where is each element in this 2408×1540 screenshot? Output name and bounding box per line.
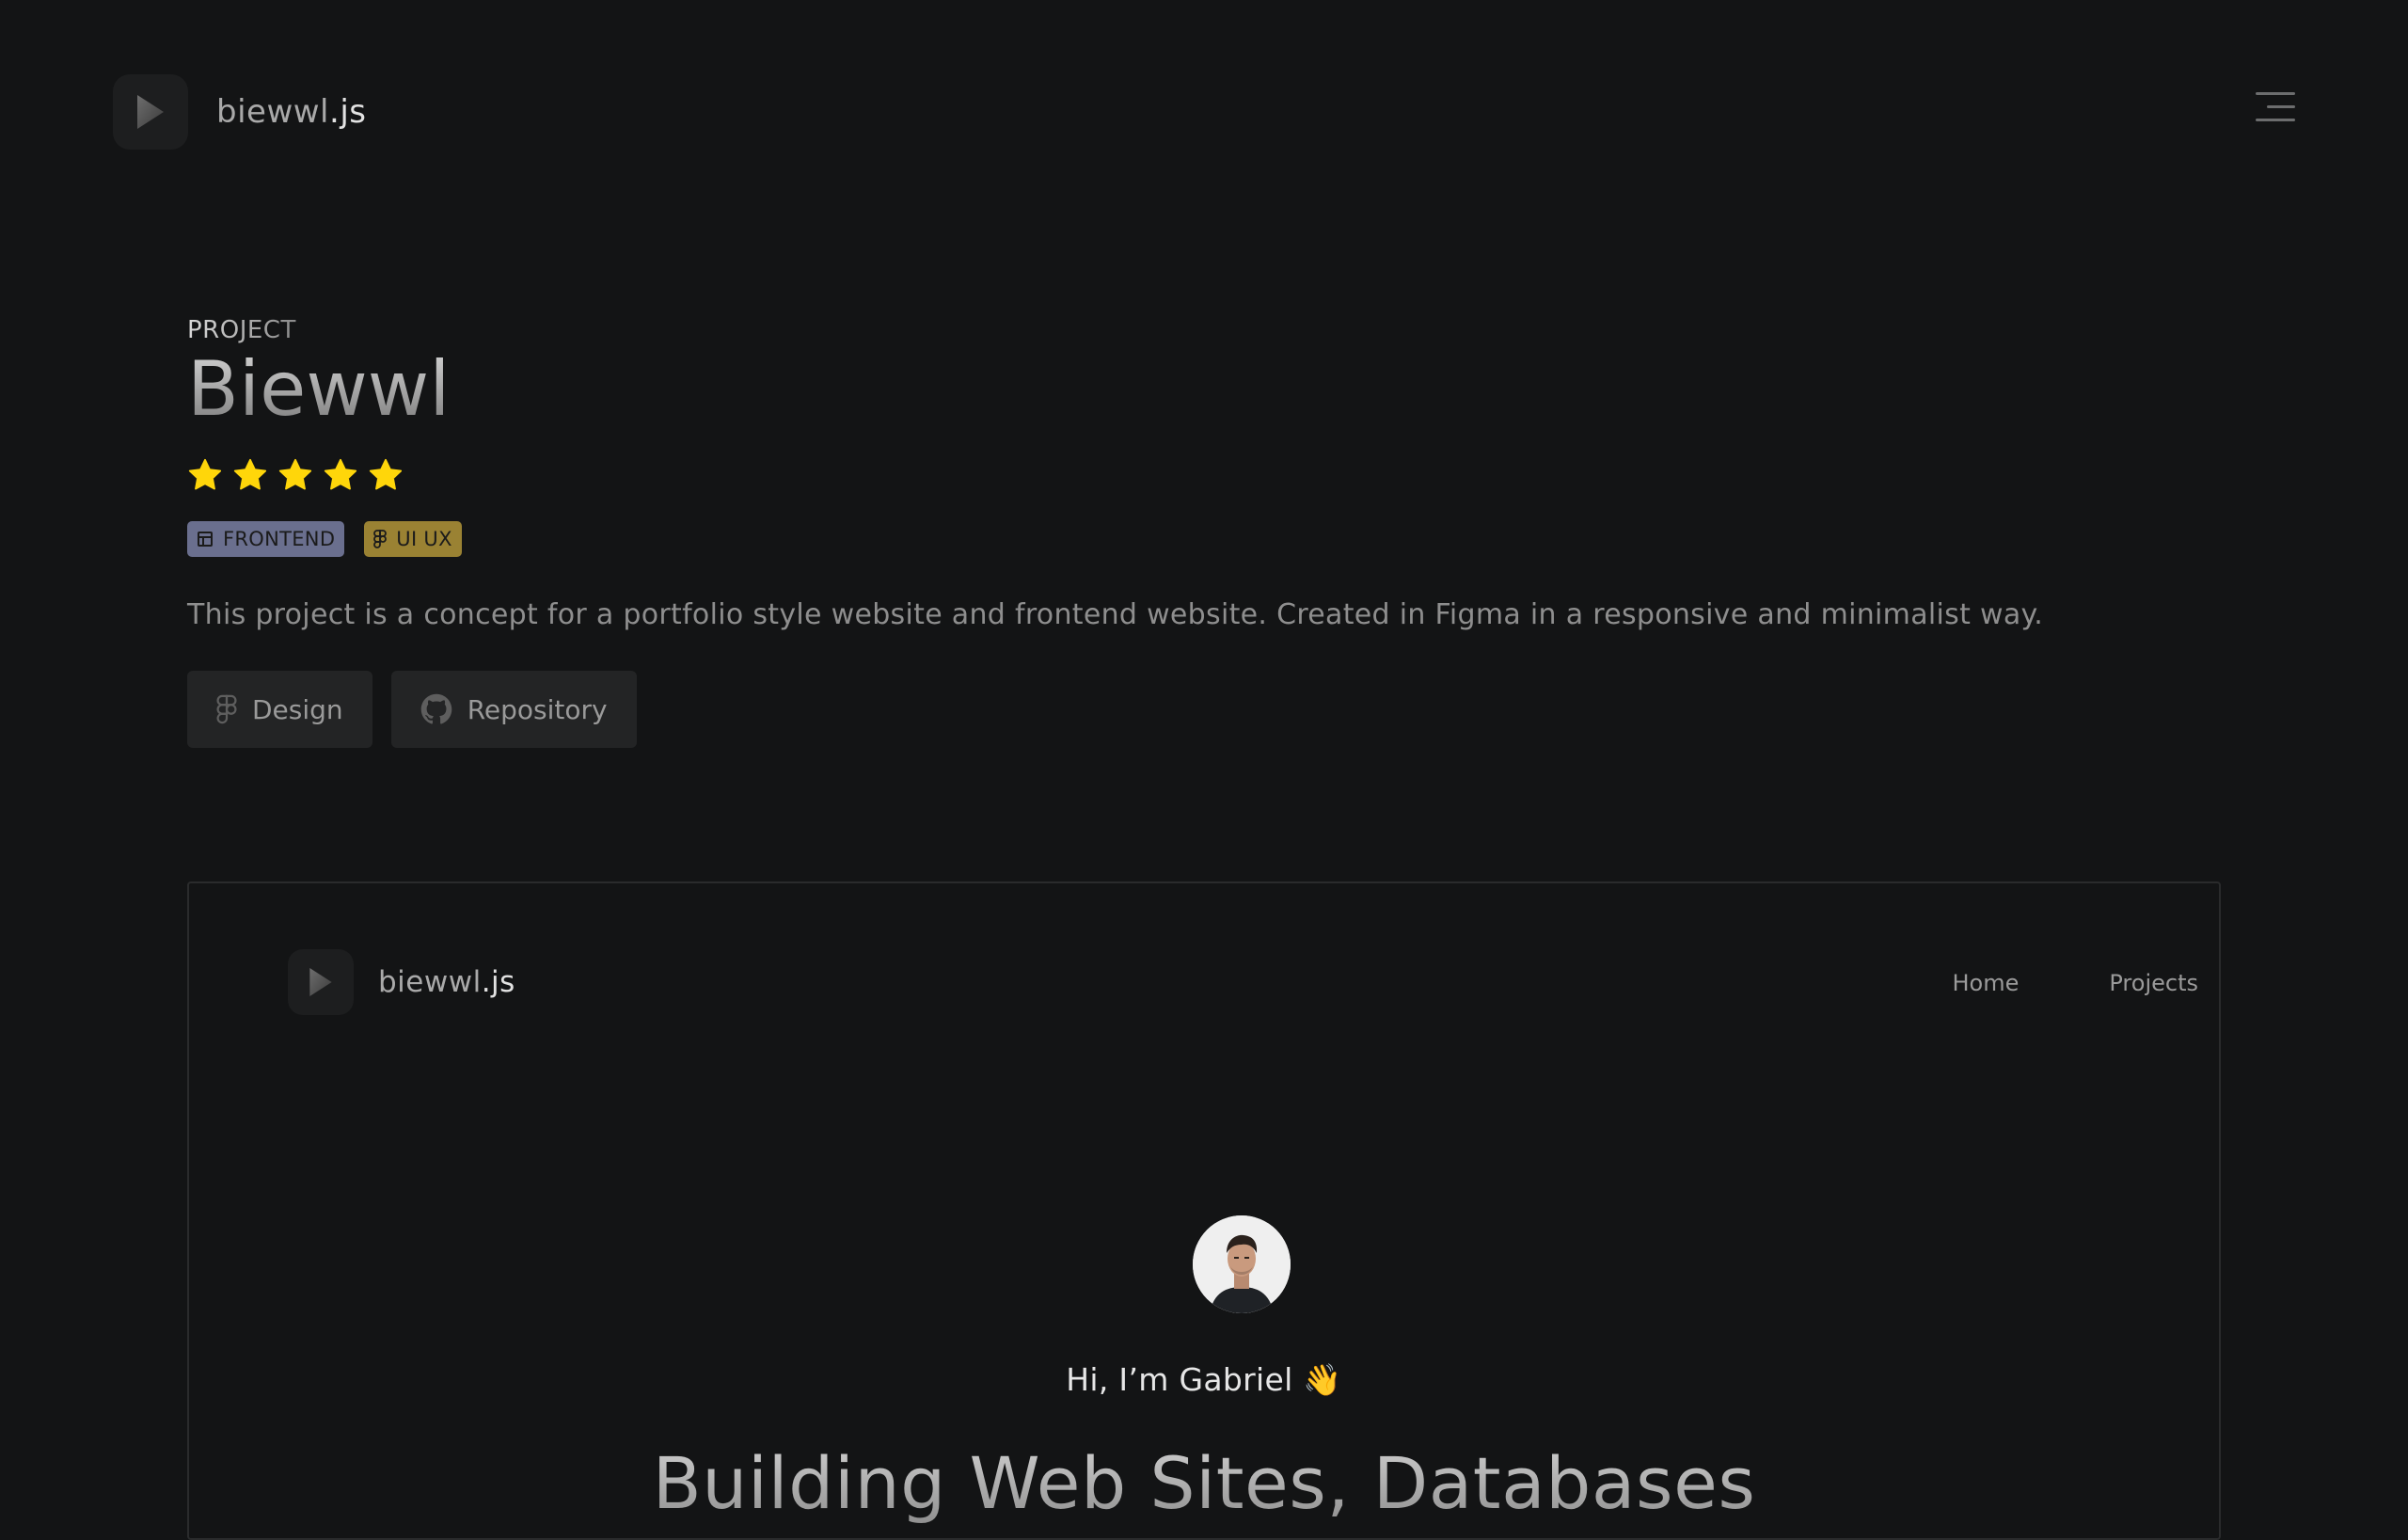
star-icon xyxy=(233,458,267,490)
figma-icon xyxy=(373,530,388,548)
button-label: Design xyxy=(252,693,343,725)
preview-brand-name: biewwl.js xyxy=(378,965,515,999)
layout-icon xyxy=(198,532,213,547)
project-preview: biewwl.js Home Projects Hi, I’m Gabriel … xyxy=(187,881,2221,1540)
preview-header: biewwl.js xyxy=(288,949,515,1015)
star-icon xyxy=(369,458,403,490)
project-description: This project is a concept for a portfoli… xyxy=(187,598,2044,631)
brand-name[interactable]: biewwl.js xyxy=(216,93,366,131)
menu-line xyxy=(2256,119,2295,121)
tag-frontend: FRONTEND xyxy=(187,521,345,557)
design-button[interactable]: Design xyxy=(187,671,372,748)
preview-nav-home[interactable]: Home xyxy=(1953,970,2020,996)
repository-button[interactable]: Repository xyxy=(390,671,637,748)
eyebrow-label: PROJECT xyxy=(187,316,296,344)
tag-uiux: UI UX xyxy=(364,521,462,557)
hero-headline: Building Web Sites, Databases xyxy=(189,1441,2219,1525)
greeting: Hi, I’m Gabriel 👋 xyxy=(1066,1361,1342,1398)
github-icon xyxy=(420,693,452,724)
preview-nav-projects[interactable]: Projects xyxy=(2109,970,2198,996)
site-header: biewwl.js xyxy=(113,74,366,150)
tag-label: FRONTEND xyxy=(223,528,336,550)
project-section: PROJECT Biewwl FRONTEND UI UX This proje… xyxy=(187,316,2219,748)
menu-button[interactable] xyxy=(2256,92,2295,122)
avatar-image xyxy=(1193,1215,1291,1313)
star-icon xyxy=(188,458,222,490)
figma-icon xyxy=(216,694,237,724)
menu-line xyxy=(2267,105,2295,108)
star-icon xyxy=(324,458,357,490)
preview-logo xyxy=(288,949,354,1015)
avatar xyxy=(1193,1215,1291,1313)
project-title: Biewwl xyxy=(187,345,451,433)
star-rating xyxy=(187,457,2219,493)
preview-nav: Home Projects xyxy=(1953,970,2199,996)
button-label: Repository xyxy=(467,693,608,725)
play-icon xyxy=(309,968,332,996)
tag-label: UI UX xyxy=(396,528,452,550)
action-buttons: Design Repository xyxy=(187,671,2219,748)
tag-list: FRONTEND UI UX xyxy=(187,521,2219,557)
logo[interactable] xyxy=(113,74,188,150)
play-icon xyxy=(137,95,164,129)
star-icon xyxy=(278,458,312,490)
menu-line xyxy=(2256,92,2295,95)
